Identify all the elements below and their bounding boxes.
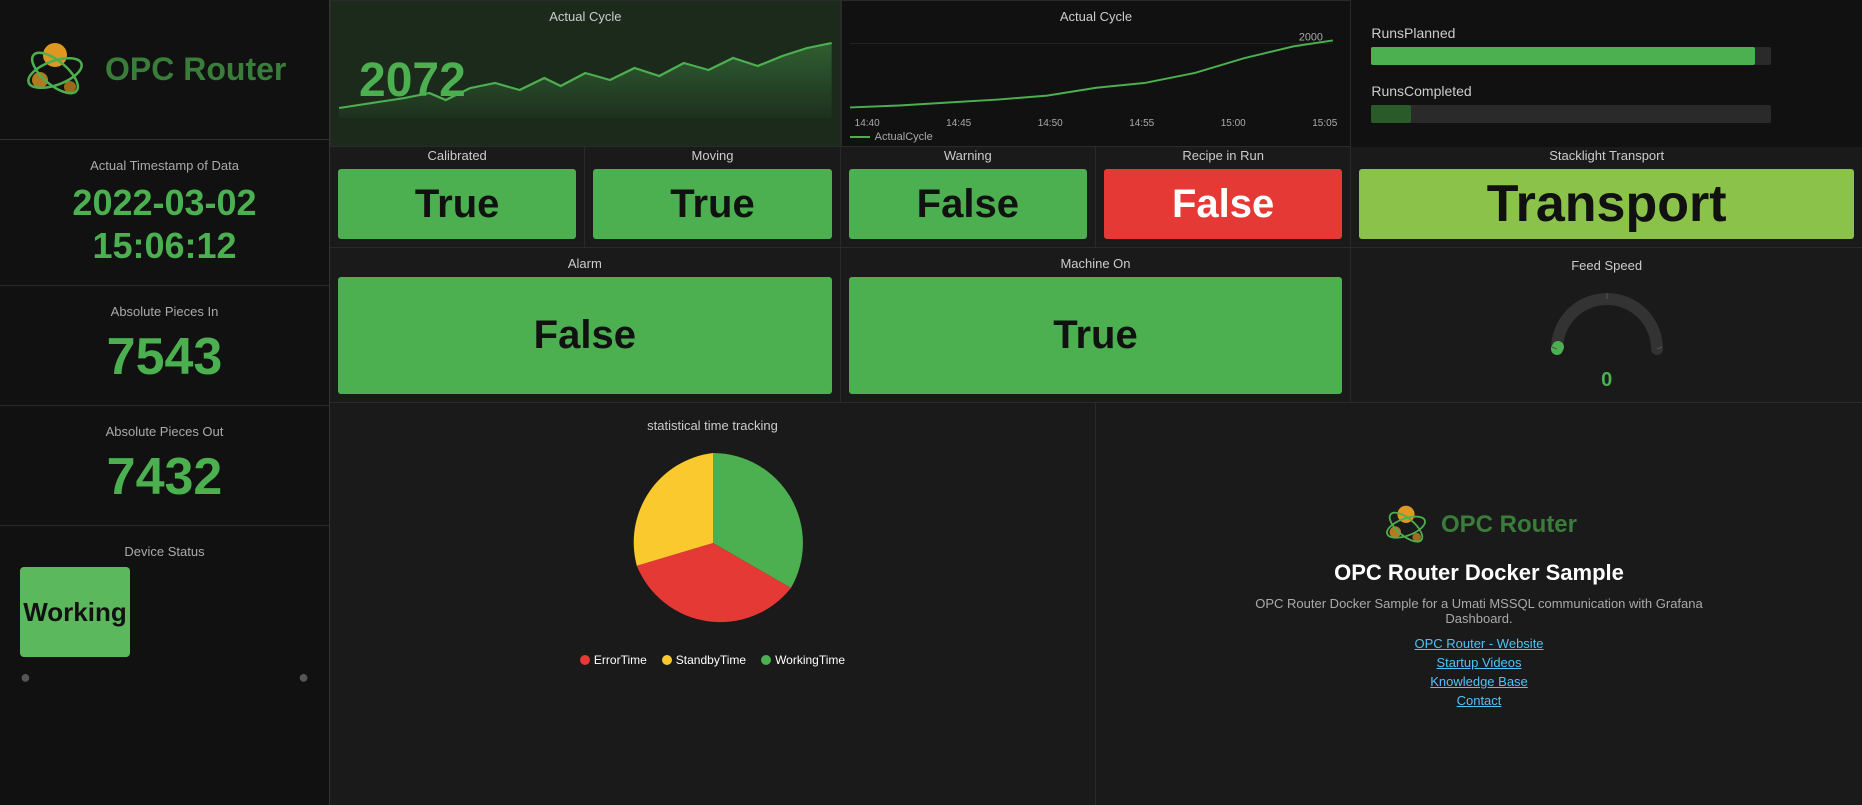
recipe-in-run-value: False [1104,169,1342,239]
left-sidebar: Actual Timestamp of Data 2022-03-02 15:0… [0,140,330,805]
alarm-cell: Alarm False [330,248,841,402]
legend-standby-dot [662,655,672,665]
opc-router-logo-icon [20,35,90,105]
header-charts: Actual Cycle 2072 Actual Cycle [330,0,1862,140]
pieces-in-value: 7543 [20,327,309,387]
runs-completed-bar [1371,105,1411,123]
legend-working-dot [761,655,771,665]
pie-chart-svg [613,443,813,643]
feed-speed-header: Feed Speed [1571,258,1642,273]
timestamp-label: Actual Timestamp of Data [20,158,309,173]
line-chart-area: 2000 14:40 14:45 14:50 14:55 15:00 15:05… [850,28,1343,138]
link-contact[interactable]: Contact [1457,693,1502,708]
runs-planned-row: RunsPlanned 7 [1371,25,1842,65]
info-logo-text: OPC Router [1441,511,1577,539]
legend-working: WorkingTime [761,653,845,667]
line-chart-svg: 2000 [850,28,1343,113]
runs-planned-bar-container [1371,47,1771,65]
warning-value: False [849,169,1087,239]
logo-panel: OPC Router [0,0,330,140]
link-website[interactable]: OPC Router - Website [1414,636,1543,651]
info-logo-row: OPC Router [1381,500,1577,550]
stacklight-header: Stacklight Transport [1549,148,1664,163]
legend-working-label: WorkingTime [775,653,845,667]
pieces-in-label: Absolute Pieces In [20,304,309,319]
runs-completed-bar-container [1371,105,1771,123]
bottom-row: statistical time tracking [330,403,1862,805]
timestamp-value: 2022-03-02 15:06:12 [20,181,309,267]
info-logo-icon [1381,500,1431,550]
pie-legend: ErrorTime StandbyTime WorkingTime [580,653,845,667]
line-legend-label: ActualCycle [875,131,933,143]
legend-error: ErrorTime [580,653,647,667]
info-section: OPC Router OPC Router Docker Sample OPC … [1096,403,1862,805]
dot-left: ● [20,667,31,688]
calibrated-header: Calibrated [428,148,487,163]
legend-error-dot [580,655,590,665]
logo-text: OPC Router [105,50,286,88]
calibrated-value: True [338,169,576,239]
recipe-in-run-header: Recipe in Run [1182,148,1264,163]
legend-standby-label: StandbyTime [676,653,746,667]
device-status-box: Working [20,567,130,657]
device-status-section: Device Status Working ● ● [0,526,329,805]
sparkline-value: 2072 [359,53,466,108]
pieces-out-value: 7432 [20,447,309,507]
main-content: Actual Timestamp of Data 2022-03-02 15:0… [0,140,1862,805]
moving-value: True [593,169,831,239]
runs-completed-label: RunsCompleted [1371,83,1842,99]
runs-panel: RunsPlanned 7 RunsCompleted [1351,0,1862,147]
link-knowledge-base[interactable]: Knowledge Base [1430,674,1528,689]
moving-cell: Moving True [585,140,840,247]
recipe-in-run-cell: Recipe in Run False [1096,140,1351,247]
stacklight-value: Transport [1359,169,1854,239]
alarm-value: False [338,277,832,394]
right-content: Calibrated True Moving True Warning Fals… [330,140,1862,805]
legend-error-label: ErrorTime [594,653,647,667]
status-row-2: Alarm False Machine On True Feed Speed [330,248,1862,403]
pieces-in-metric: Absolute Pieces In 7543 [0,286,329,406]
legend-standby: StandbyTime [662,653,746,667]
line-chart-title: Actual Cycle [850,9,1343,24]
runs-planned-bar [1371,47,1755,65]
pie-title: statistical time tracking [350,418,1075,433]
info-links: OPC Router - Website Startup Videos Know… [1414,636,1543,708]
stacklight-cell: Stacklight Transport Transport [1351,140,1862,247]
warning-header: Warning [944,148,992,163]
machine-on-value: True [849,277,1343,394]
moving-header: Moving [692,148,734,163]
pieces-out-metric: Absolute Pieces Out 7432 [0,406,329,526]
warning-cell: Warning False [841,140,1096,247]
pie-chart-section: statistical time tracking [330,403,1096,805]
actual-cycle-line-panel: Actual Cycle 2000 14:40 14:45 14:50 14:5… [841,0,1352,147]
sparkline-title: Actual Cycle [339,9,832,24]
device-status-label: Device Status [20,544,309,559]
runs-completed-row: RunsCompleted [1371,83,1842,123]
dot-right: ● [298,667,309,688]
gauge-svg [1542,279,1672,359]
pieces-out-label: Absolute Pieces Out [20,424,309,439]
runs-planned-label: RunsPlanned [1371,25,1842,41]
info-title: OPC Router Docker Sample [1334,560,1624,586]
machine-on-cell: Machine On True [841,248,1352,402]
timestamp-metric: Actual Timestamp of Data 2022-03-02 15:0… [0,140,329,286]
calibrated-cell: Calibrated True [330,140,585,247]
link-startup-videos[interactable]: Startup Videos [1436,655,1521,670]
pie-chart-container: ErrorTime StandbyTime WorkingTime [350,443,1075,667]
feed-speed-value: 0 [1542,369,1672,392]
feed-speed-cell: Feed Speed 0 [1351,248,1862,402]
x-axis-labels: 14:40 14:45 14:50 14:55 15:00 15:05 [850,118,1343,129]
status-row-1: Calibrated True Moving True Warning Fals… [330,140,1862,248]
machine-on-header: Machine On [1060,256,1130,271]
legend-line-icon [850,136,870,138]
info-description: OPC Router Docker Sample for a Umati MSS… [1229,596,1729,626]
gauge-widget: 0 [1542,279,1672,392]
actual-cycle-sparkline-panel: Actual Cycle 2072 [330,0,841,147]
alarm-header: Alarm [568,256,602,271]
